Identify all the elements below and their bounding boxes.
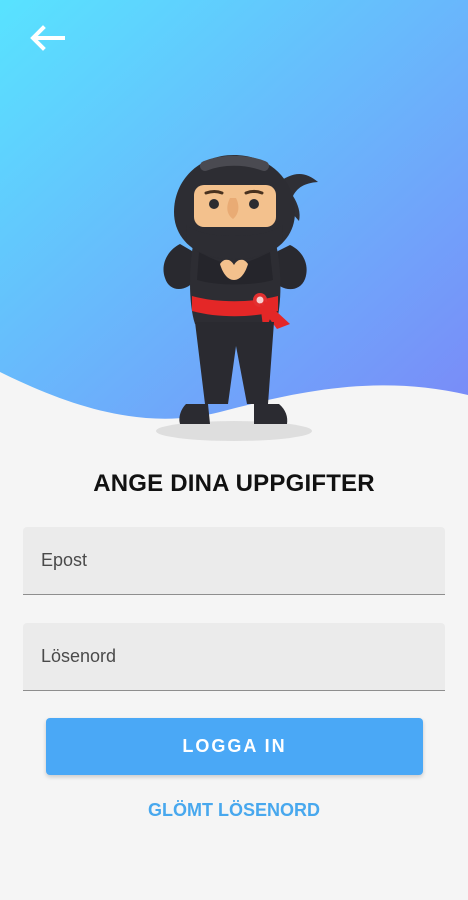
arrow-left-icon bbox=[27, 24, 67, 57]
login-button[interactable]: LOGGA IN bbox=[46, 718, 423, 775]
back-button[interactable] bbox=[24, 22, 70, 58]
forgot-password-link[interactable]: GLÖMT LÖSENORD bbox=[0, 800, 468, 821]
ninja-mascot-illustration bbox=[156, 155, 318, 441]
email-field[interactable] bbox=[23, 527, 445, 595]
email-input[interactable] bbox=[23, 527, 445, 594]
password-field[interactable] bbox=[23, 623, 445, 691]
password-input[interactable] bbox=[23, 623, 445, 690]
login-screen: ANGE DINA UPPGIFTER LOGGA IN GLÖMT LÖSEN… bbox=[0, 0, 468, 900]
page-title: ANGE DINA UPPGIFTER bbox=[93, 470, 375, 497]
